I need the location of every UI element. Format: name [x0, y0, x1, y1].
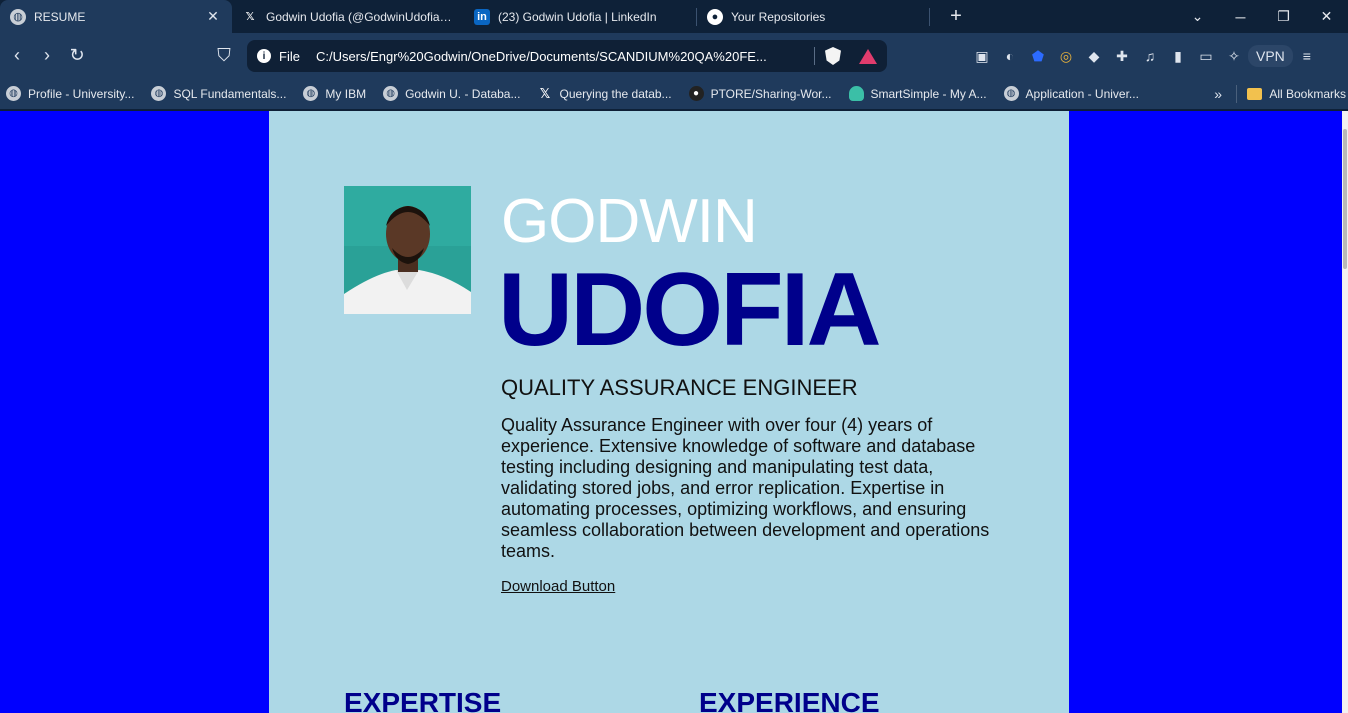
- folder-icon: [1247, 87, 1263, 100]
- bookmark-label: SmartSimple - My A...: [870, 86, 987, 101]
- bookmarks-bar: ◍ Profile - University... ◍ SQL Fundamenta…: [0, 78, 1348, 110]
- bookmark-item[interactable]: 𝕏 Querying the datab...: [537, 85, 672, 101]
- tab-strip: ◍ RESUME ✕ 𝕏 Godwin Udofia (@GodwinUdofi…: [0, 0, 1348, 33]
- bookmark-item[interactable]: ◍ SQL Fundamentals...: [151, 86, 286, 101]
- tab-resume[interactable]: ◍ RESUME ✕: [0, 0, 232, 33]
- minimize-icon[interactable]: ─: [1219, 0, 1262, 33]
- brave-rewards-icon[interactable]: [859, 48, 877, 64]
- globe-icon: ◍: [151, 86, 167, 101]
- job-title: QUALITY ASSURANCE ENGINEER: [501, 375, 858, 400]
- info-icon[interactable]: i: [257, 49, 271, 63]
- all-bookmarks-button[interactable]: All Bookmarks: [1236, 84, 1348, 103]
- more-bookmarks-icon[interactable]: »: [1214, 86, 1222, 102]
- github-icon: ●: [707, 8, 723, 25]
- bookmark-item[interactable]: ● PTORE/Sharing-Wor...: [688, 86, 832, 101]
- tab-title: (23) Godwin Udofia | LinkedIn: [498, 9, 657, 24]
- scrollbar[interactable]: [1342, 111, 1348, 713]
- address-bar[interactable]: i File C:/Users/Engr%20Godwin/OneDrive/D…: [247, 40, 887, 72]
- bookmark-label: PTORE/Sharing-Wor...: [710, 86, 832, 101]
- close-window-icon[interactable]: ✕: [1305, 0, 1348, 33]
- tab-title: Your Repositories: [731, 9, 826, 24]
- tab-linkedin[interactable]: in (23) Godwin Udofia | LinkedIn: [464, 0, 696, 33]
- bookmark-label: Application - Univer...: [1025, 86, 1139, 101]
- bookmark-item[interactable]: SmartSimple - My A...: [848, 86, 987, 101]
- tab-repositories[interactable]: ● Your Repositories: [697, 0, 929, 33]
- bookmark-item[interactable]: ◍ Profile - University...: [6, 86, 134, 101]
- last-name: UDOFIA: [498, 252, 882, 368]
- restore-icon[interactable]: ❐: [1262, 0, 1305, 33]
- bookmark-label: SQL Fundamentals...: [173, 86, 287, 101]
- extension-icon[interactable]: ▣: [968, 45, 996, 67]
- wallet-icon[interactable]: ▭: [1192, 45, 1220, 67]
- bookmark-label: My IBM: [325, 86, 367, 101]
- tab-title: Godwin Udofia (@GodwinUdofia9) / X: [266, 9, 454, 24]
- all-bookmarks-label: All Bookmarks: [1269, 86, 1346, 101]
- extension-icon[interactable]: ◐: [996, 45, 1024, 67]
- music-icon[interactable]: ♫: [1136, 45, 1164, 67]
- resume-card: GODWIN UDOFIA QUALITY ASSURANCE ENGINEER…: [269, 111, 1069, 713]
- bookmark-icon[interactable]: ⛉: [209, 41, 239, 71]
- globe-icon: ◍: [303, 86, 319, 101]
- globe-icon: ◍: [6, 86, 21, 101]
- experience-heading: EXPERIENCE: [699, 687, 880, 713]
- extension-icon[interactable]: ◆: [1080, 45, 1108, 67]
- vpn-button[interactable]: VPN: [1248, 45, 1293, 67]
- leo-icon[interactable]: ✧: [1220, 45, 1248, 67]
- back-icon[interactable]: ‹: [2, 41, 32, 71]
- x-icon: 𝕏: [245, 11, 255, 23]
- extensions-bar: ▣ ◐ ⬟ ◎ ◆ ✚ ♫ ▮ ▭ ✧ VPN ≡: [968, 45, 1321, 67]
- scheme-label: File: [279, 48, 300, 64]
- download-link[interactable]: Download Button: [501, 578, 615, 595]
- close-icon[interactable]: ✕: [204, 8, 222, 25]
- tab-search-icon[interactable]: ⌄: [1176, 0, 1219, 33]
- cloud-icon: [848, 86, 864, 101]
- globe-icon: ◍: [10, 8, 26, 25]
- puzzle-icon[interactable]: ✚: [1108, 45, 1136, 67]
- first-name: GODWIN: [501, 187, 758, 256]
- scrollbar-thumb[interactable]: [1343, 129, 1347, 269]
- profile-summary: Quality Assurance Engineer with over fou…: [501, 415, 990, 561]
- url-text[interactable]: C:/Users/Engr%20Godwin/OneDrive/Document…: [316, 49, 804, 64]
- expertise-heading: EXPERTISE: [344, 687, 502, 713]
- linkedin-icon: in: [474, 8, 490, 25]
- divider: [814, 47, 815, 65]
- browser-toolbar: ‹ › ↻ ⛉ i File C:/Users/Engr%20Godwin/On…: [0, 33, 1348, 78]
- bookmark-item[interactable]: ◍ Application - Univer...: [1003, 86, 1139, 101]
- brave-shield-icon[interactable]: [825, 47, 841, 65]
- x-icon: 𝕏: [539, 85, 551, 101]
- bookmark-label: Querying the datab...: [559, 86, 672, 101]
- bookmark-label: Profile - University...: [28, 86, 135, 101]
- bookmark-label: Godwin U. - Databa...: [405, 86, 521, 101]
- profile-photo: [344, 186, 471, 314]
- forward-icon[interactable]: ›: [32, 41, 62, 71]
- page-viewport: GODWIN UDOFIA QUALITY ASSURANCE ENGINEER…: [0, 111, 1348, 713]
- window-controls: ⌄ ─ ❐ ✕: [1176, 0, 1348, 33]
- extension-icon[interactable]: ◎: [1052, 45, 1080, 67]
- tab-divider: [929, 7, 930, 26]
- extension-icon[interactable]: ⬟: [1024, 45, 1052, 67]
- reload-icon[interactable]: ↻: [62, 41, 92, 71]
- bookmark-item[interactable]: ◍ My IBM: [303, 86, 366, 101]
- new-tab-button[interactable]: +: [942, 0, 970, 33]
- bookmark-item[interactable]: ◍ Godwin U. - Databa...: [383, 86, 520, 101]
- tab-x-profile[interactable]: 𝕏 Godwin Udofia (@GodwinUdofia9) / X: [232, 0, 464, 33]
- portrait-image: [344, 186, 471, 314]
- github-icon: ●: [688, 86, 704, 101]
- tab-title: RESUME: [34, 9, 86, 24]
- globe-icon: ◍: [1003, 86, 1019, 101]
- sidebar-icon[interactable]: ▮: [1164, 45, 1192, 67]
- globe-icon: ◍: [383, 86, 399, 101]
- menu-icon[interactable]: ≡: [1293, 45, 1321, 67]
